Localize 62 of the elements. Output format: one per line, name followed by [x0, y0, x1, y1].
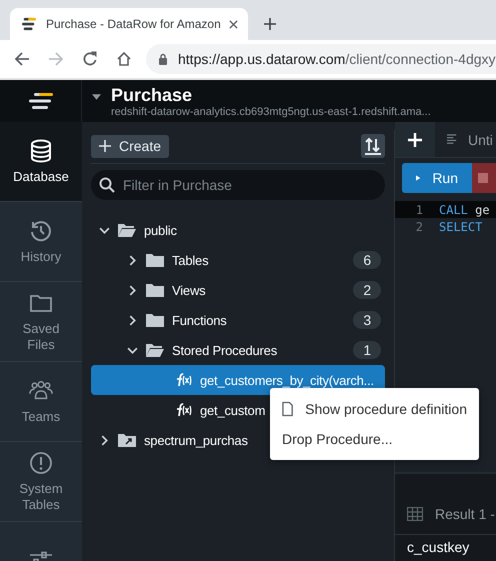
plus-icon: [99, 140, 111, 152]
column-header: c_custkey: [406, 538, 470, 557]
tree-item[interactable]: Functions 3: [91, 305, 385, 335]
menu-item[interactable]: Show procedure definition: [270, 394, 479, 424]
count-badge: 1: [353, 341, 381, 359]
run-button[interactable]: Run: [402, 163, 472, 193]
logo-icon: [20, 17, 38, 31]
close-icon[interactable]: [229, 20, 238, 28]
new-tab-icon[interactable]: [264, 18, 276, 30]
stop-icon: [478, 173, 488, 183]
back-icon[interactable]: [14, 51, 30, 67]
connection-title: Purchase: [111, 84, 194, 106]
alert-icon: [29, 450, 53, 474]
text-lines-icon: [447, 134, 458, 145]
history-icon: [29, 218, 53, 242]
document-icon: [282, 401, 294, 417]
code-line: CALL ge: [439, 202, 490, 216]
reload-icon[interactable]: [82, 51, 98, 67]
chevron-right-icon: [127, 254, 138, 266]
search-icon: [99, 177, 115, 193]
chevron-right-icon: [99, 434, 110, 446]
plus-icon: [407, 132, 423, 148]
count-badge: 3: [353, 311, 381, 329]
nav-item[interactable]: Database: [0, 122, 82, 202]
open-folder-icon: [118, 223, 136, 237]
function-icon: [174, 373, 192, 387]
filter-field[interactable]: Filter in Purchase: [91, 170, 385, 200]
sort-button[interactable]: [361, 134, 385, 158]
menu-item[interactable]: Drop Procedure...: [270, 424, 479, 454]
tab-title: Purchase - DataRow for Amazon: [46, 17, 221, 31]
tree-item[interactable]: public: [91, 215, 385, 245]
tree-item[interactable]: Tables 6: [91, 245, 385, 275]
database-icon: [29, 138, 53, 162]
chevron-down-icon: [127, 344, 138, 356]
code-line: SELECT: [439, 220, 482, 234]
folder-icon: [146, 283, 164, 297]
folder-icon: [146, 313, 164, 327]
address-bar[interactable]: https://app.us.datarow.com/client/connection-4dgxy: [146, 44, 496, 74]
count-badge: 6: [353, 251, 381, 269]
lock-icon: [158, 53, 168, 65]
chevron-right-icon: [127, 314, 138, 326]
logo-icon: [28, 92, 54, 110]
new-query-button[interactable]: [395, 122, 435, 157]
line-number: 2: [414, 220, 424, 234]
folder-icon: [146, 253, 164, 267]
caret-icon[interactable]: [92, 94, 101, 100]
browser-tab[interactable]: Purchase - DataRow for Amazon: [10, 8, 248, 40]
chevron-right-icon: [127, 284, 138, 296]
count-badge: 2: [353, 281, 381, 299]
chevron-down-icon: [99, 224, 110, 236]
home-icon[interactable]: [116, 51, 132, 67]
line-number: 1: [414, 202, 424, 216]
tree-item[interactable]: Stored Procedures 1: [91, 335, 385, 365]
create-button[interactable]: Create: [91, 134, 170, 158]
tree-item[interactable]: get_customers_by_city(varch...: [91, 365, 385, 395]
linked-folder-icon: [118, 433, 136, 447]
tree-item[interactable]: Views 2: [91, 275, 385, 305]
open-folder-icon: [146, 343, 164, 357]
result-tab[interactable]: Result 1 -: [395, 494, 496, 535]
function-icon: [174, 403, 192, 417]
table-icon: [407, 507, 423, 521]
connection-host: redshift-datarow-analytics.cb693mtg5ngt.us-east-1.redshift.ama...: [111, 106, 431, 118]
